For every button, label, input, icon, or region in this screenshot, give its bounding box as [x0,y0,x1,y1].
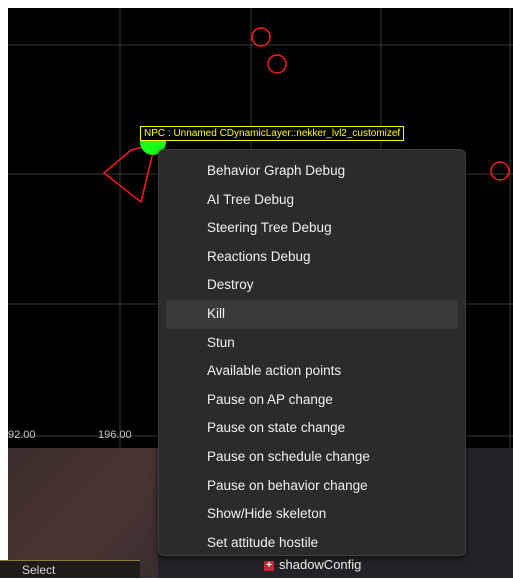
menu-item-set-attitude-hostile[interactable]: Set attitude hostile [166,529,458,558]
npc-marker-circle [490,161,510,181]
axis-tick-label: 92.00 [8,429,36,441]
bottom-tab[interactable]: Select [0,560,140,578]
property-tree-item-label: shadowConfig [279,557,362,572]
menu-item-destroy[interactable]: Destroy [166,271,458,300]
axis-tick-label: 196.00 [98,429,132,441]
menu-item-pause-on-ap-change[interactable]: Pause on AP change [166,386,458,415]
npc-context-menu: Behavior Graph Debug AI Tree Debug Steer… [158,149,466,556]
menu-item-reactions-debug[interactable]: Reactions Debug [166,243,458,272]
menu-item-steering-tree-debug[interactable]: Steering Tree Debug [166,214,458,243]
menu-item-pause-on-state-change[interactable]: Pause on state change [166,414,458,443]
menu-item-stun[interactable]: Stun [166,329,458,358]
menu-item-available-action-points[interactable]: Available action points [166,357,458,386]
property-tree-item[interactable]: + shadowConfig [264,556,361,574]
menu-item-show-hide-skeleton[interactable]: Show/Hide skeleton [166,500,458,529]
menu-item-behavior-graph-debug[interactable]: Behavior Graph Debug [166,157,458,186]
menu-item-pause-on-behavior-change[interactable]: Pause on behavior change [166,472,458,501]
menu-item-ai-tree-debug[interactable]: AI Tree Debug [166,186,458,215]
npc-name-label: NPC : Unnamed CDynamicLayer::nekker_lvl2… [140,126,405,141]
npc-marker-circle [267,54,287,74]
plus-icon[interactable]: + [264,560,274,571]
menu-item-kill[interactable]: Kill [166,299,458,329]
menu-item-pause-on-schedule-change[interactable]: Pause on schedule change [166,443,458,472]
npc-marker-circle [251,27,271,47]
